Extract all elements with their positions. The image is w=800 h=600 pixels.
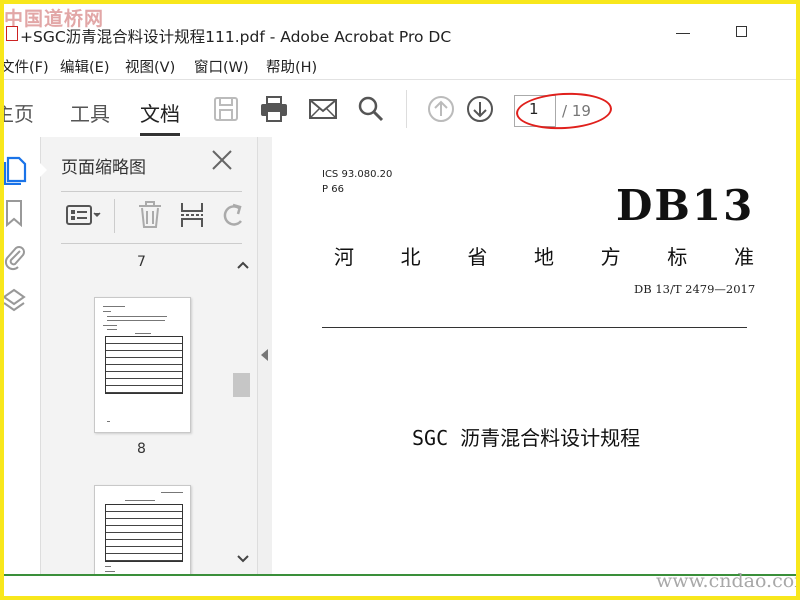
menu-window[interactable]: 窗口(W) — [194, 56, 249, 77]
title-bar: 中国道桥网 +SGC沥青混合料设计规程111.pdf - Adobe Acrob… — [4, 4, 796, 46]
panel-divider — [61, 191, 242, 192]
bookmark-icon[interactable] — [4, 199, 28, 231]
panel-tool-separator — [114, 199, 115, 233]
delete-icon[interactable] — [137, 201, 163, 233]
provincial-standard-heading: 河 北 省 地 方 标 准 — [334, 241, 754, 270]
standard-number: DB 13/T 2479—2017 — [634, 282, 756, 296]
chevron-up-icon[interactable] — [237, 255, 249, 274]
toolbar-separator — [406, 90, 407, 128]
page-thumbnails-panel: 页面缩略图 7 8 — [39, 137, 257, 575]
active-tab-indicator — [140, 133, 180, 136]
document-rule — [322, 327, 747, 328]
tab-home[interactable]: 主页 — [4, 98, 34, 127]
heading-char: 地 — [533, 245, 554, 269]
window-title: +SGC沥青混合料设计规程111.pdf - Adobe Acrobat Pro… — [20, 28, 452, 46]
standard-code: DB13 — [616, 181, 755, 230]
page-up-icon[interactable] — [427, 95, 455, 127]
email-icon[interactable] — [308, 95, 338, 127]
thumbnail-label-8: 8 — [137, 441, 146, 457]
heading-char: 准 — [733, 245, 754, 269]
heading-char: 北 — [400, 245, 421, 269]
search-icon[interactable] — [357, 95, 385, 127]
heading-char: 省 — [467, 245, 488, 269]
pdf-file-icon — [6, 26, 18, 41]
print-icon[interactable] — [259, 95, 289, 127]
menu-view[interactable]: 视图(V) — [125, 56, 175, 77]
panel-collapse-handle[interactable] — [257, 137, 273, 574]
heading-char: 河 — [334, 245, 354, 269]
thumbnail-page-8[interactable] — [94, 297, 191, 433]
menu-bar: 文件(F) 编辑(E) 视图(V) 窗口(W) 帮助(H) — [4, 54, 796, 78]
thumbnail-label-7: 7 — [137, 254, 146, 270]
document-classification: ICS 93.080.20 P 66 — [322, 167, 392, 197]
scrollbar-thumb[interactable] — [233, 373, 250, 397]
save-icon[interactable] — [212, 95, 240, 127]
close-icon[interactable] — [211, 149, 233, 175]
rotate-icon[interactable] — [221, 201, 247, 233]
thumbnail-scrollbar[interactable] — [232, 249, 252, 574]
ics-code: ICS 93.080.20 — [322, 169, 393, 180]
insert-icon[interactable] — [179, 201, 205, 233]
layers-icon[interactable] — [4, 287, 28, 321]
navigation-pane-strip — [4, 137, 41, 574]
page-down-icon[interactable] — [466, 95, 494, 127]
attachment-icon[interactable] — [4, 243, 28, 275]
options-icon[interactable] — [65, 201, 105, 233]
page-thumbnails-icon[interactable] — [4, 155, 30, 189]
document-page: ICS 93.080.20 P 66 DB13 河 北 省 地 方 标 准 DB… — [272, 137, 796, 574]
tab-document[interactable]: 文档 — [140, 98, 180, 127]
thumbnail-page-9[interactable] — [94, 485, 191, 575]
chevron-down-icon[interactable] — [237, 549, 249, 568]
panel-title: 页面缩略图 — [61, 158, 146, 178]
menu-file[interactable]: 文件(F) — [4, 56, 49, 77]
menu-edit[interactable]: 编辑(E) — [60, 56, 109, 77]
panel-pointer — [39, 162, 47, 178]
panel-divider-2 — [61, 243, 242, 244]
watermark-bottom: www.cndao.com — [656, 570, 796, 592]
minimize-button[interactable] — [676, 33, 690, 34]
heading-char: 标 — [667, 245, 688, 269]
document-subject: SGC 沥青混合料设计规程 — [412, 426, 641, 450]
menu-help[interactable]: 帮助(H) — [266, 56, 317, 77]
tab-tools[interactable]: 工具 — [70, 98, 110, 127]
heading-char: 方 — [600, 245, 621, 269]
collapse-arrow-icon — [261, 349, 268, 361]
p-code: P 66 — [322, 184, 344, 195]
maximize-button[interactable] — [736, 26, 747, 37]
acrobat-window: 中国道桥网 +SGC沥青混合料设计规程111.pdf - Adobe Acrob… — [4, 4, 796, 596]
toolbar: 主页 工具 文档 — [4, 79, 796, 139]
